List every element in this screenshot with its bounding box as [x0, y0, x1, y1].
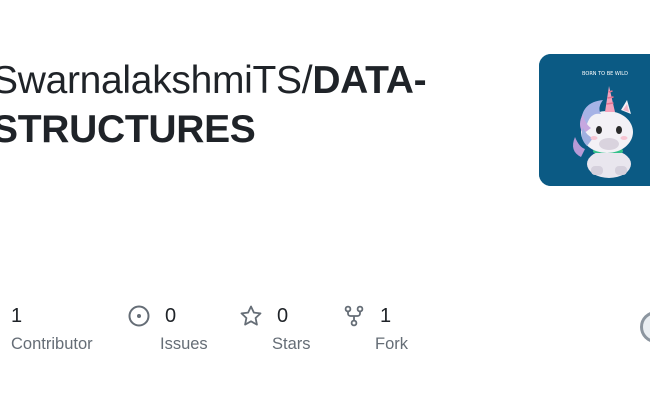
stars-label: Stars: [272, 335, 311, 353]
stat-issues[interactable]: 0 Issues: [127, 302, 208, 353]
stat-contributors[interactable]: 1 Contributor: [11, 302, 93, 354]
forks-count: 1: [380, 304, 392, 327]
star-icon: [240, 305, 262, 326]
contributors-label: Contributor: [11, 335, 93, 353]
issues-label: Issues: [160, 335, 208, 353]
repo-stats: 1 Contributor 0 Issues 0 Stars 1 Fork: [0, 0, 650, 400]
issue-opened-icon: [128, 305, 150, 327]
repo-forked-icon: [344, 305, 364, 327]
stat-forks[interactable]: 1 Fork: [342, 302, 408, 353]
issues-count: 0: [165, 304, 177, 327]
forks-label: Fork: [375, 335, 408, 353]
contributors-count: 1: [11, 304, 23, 327]
stat-stars[interactable]: 0 Stars: [239, 302, 311, 353]
stars-count: 0: [277, 304, 289, 327]
